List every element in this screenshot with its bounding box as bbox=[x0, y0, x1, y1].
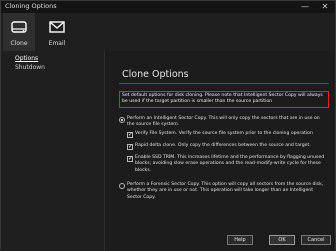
sidebar-item-shutdown[interactable]: Shutdown bbox=[15, 64, 45, 71]
forensic-copy-radio[interactable] bbox=[119, 183, 125, 189]
check-icon: ✓ bbox=[128, 131, 134, 138]
verify-file-system-label: Verify File System. Verify the source fi… bbox=[135, 131, 313, 136]
minimize-icon[interactable]: — bbox=[297, 1, 313, 13]
cancel-button[interactable]: Cancel bbox=[301, 235, 331, 245]
toolbar: Clone Email bbox=[1, 13, 335, 51]
note-text: Set default options for disk cloning. Pl… bbox=[122, 92, 323, 104]
window-title: Cloning Options bbox=[5, 2, 57, 10]
sidebar-item-options[interactable]: Options bbox=[15, 55, 38, 62]
toolbar-email-button[interactable]: Email bbox=[41, 13, 73, 51]
intelligent-copy-label: Perform an Intelligent Sector Copy. This… bbox=[127, 116, 320, 128]
page-title: Clone Options bbox=[122, 69, 189, 80]
check-icon: ✓ bbox=[128, 143, 134, 150]
ok-button[interactable]: OK bbox=[269, 235, 295, 245]
main-panel bbox=[105, 51, 335, 251]
title-bar: Cloning Options — ✕ bbox=[1, 1, 335, 13]
check-icon: ✓ bbox=[128, 155, 134, 162]
toolbar-email-label: Email bbox=[48, 40, 66, 47]
close-icon[interactable]: ✕ bbox=[317, 1, 333, 13]
rapid-delta-label: Rapid delta clone. Only copy the differe… bbox=[135, 143, 311, 148]
forensic-copy-label: Perform a Forensic Sector Copy. This opt… bbox=[127, 182, 324, 200]
email-icon bbox=[49, 21, 65, 33]
verify-file-system-checkbox[interactable]: ✓ bbox=[127, 131, 134, 138]
cloning-options-window: Cloning Options — ✕ Clone Email Options … bbox=[0, 0, 336, 251]
rapid-delta-checkbox[interactable]: ✓ bbox=[127, 143, 134, 150]
sidebar: Options Shutdown bbox=[1, 51, 105, 251]
heading-divider bbox=[119, 83, 329, 84]
toolbar-clone-label: Clone bbox=[10, 40, 28, 47]
help-button[interactable]: Help bbox=[227, 235, 253, 245]
intelligent-copy-radio[interactable] bbox=[119, 117, 125, 123]
toolbar-clone-button[interactable]: Clone bbox=[3, 13, 35, 51]
ssd-trim-label: Enable SSD TRIM. This increases lifetime… bbox=[135, 155, 325, 173]
ssd-trim-checkbox[interactable]: ✓ bbox=[127, 155, 134, 162]
clone-icon bbox=[11, 21, 27, 33]
